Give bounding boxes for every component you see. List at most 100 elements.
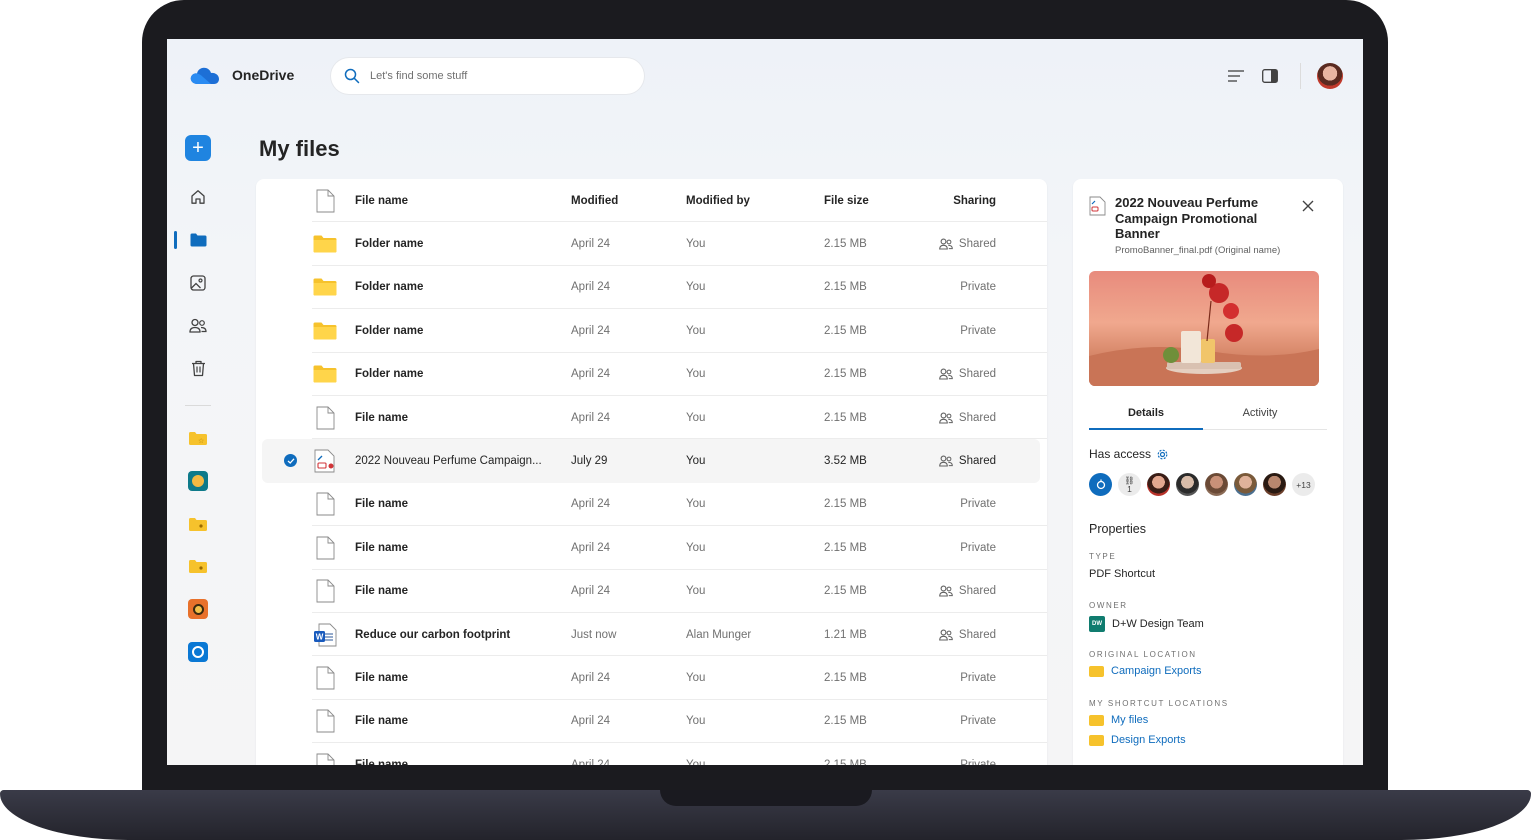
active-nav-indicator — [174, 231, 177, 249]
search-box[interactable] — [331, 58, 644, 94]
file-name[interactable]: File name — [355, 700, 555, 743]
nav-photos[interactable] — [185, 270, 211, 296]
page-title: My files — [259, 136, 340, 161]
sharing-status[interactable]: Private — [938, 526, 996, 569]
tab-activity[interactable]: Activity — [1203, 397, 1317, 429]
sharing-status[interactable]: Private — [938, 483, 996, 526]
table-row[interactable]: Folder name April 24 You 2.15 MB Shared — [256, 353, 1047, 396]
sharing-label: Shared — [958, 368, 996, 381]
sharing-status[interactable]: Private — [938, 266, 996, 309]
table-row[interactable]: File name April 24 You 2.15 MB Private — [256, 483, 1047, 527]
file-name[interactable]: File name — [355, 526, 555, 569]
nav-shared[interactable] — [185, 313, 211, 339]
file-name[interactable]: File name — [355, 743, 555, 765]
create-new-button[interactable]: + — [185, 135, 211, 161]
column-header-modified-by[interactable]: Modified by — [686, 179, 750, 222]
table-row[interactable]: File name April 24 You 2.15 MB Private — [256, 526, 1047, 570]
selected-checkmark-icon[interactable] — [284, 454, 297, 468]
more-people-count[interactable]: +13 — [1292, 473, 1315, 496]
search-input[interactable] — [370, 70, 610, 82]
people-icon — [939, 455, 953, 467]
modified-date: April 24 — [571, 715, 610, 728]
column-header-file-size[interactable]: File size — [824, 179, 869, 222]
shortcut-location-item[interactable]: Design Exports — [1089, 734, 1186, 746]
column-header-modified[interactable]: Modified — [571, 179, 618, 222]
table-row[interactable]: File name April 24 You 2.15 MB Private — [256, 656, 1047, 700]
sharing-status[interactable]: Shared — [938, 396, 996, 439]
nav-app-lion[interactable] — [185, 468, 211, 494]
sharing-status[interactable]: Shared — [938, 353, 996, 396]
modified-date: April 24 — [571, 672, 610, 685]
column-header-sharing[interactable]: Sharing — [938, 179, 996, 222]
table-row[interactable]: File name April 24 You 2.15 MB Private — [256, 743, 1047, 765]
sharing-status[interactable]: Private — [938, 700, 996, 743]
nav-recycle-bin[interactable] — [185, 355, 211, 381]
nav-favorite-folder[interactable]: ☆ — [185, 425, 211, 451]
shared-folder-icon — [1089, 665, 1104, 677]
brand[interactable]: OneDrive — [189, 65, 294, 85]
details-tabs: Details Activity — [1089, 397, 1327, 430]
person-avatar[interactable] — [1147, 473, 1170, 496]
column-header-name[interactable]: File name — [355, 179, 555, 222]
file-name[interactable]: Folder name — [355, 266, 555, 309]
shortcut-locations-label: My shortcut locations — [1089, 699, 1229, 708]
table-row[interactable]: Folder name April 24 You 2.15 MB Private — [256, 309, 1047, 353]
sharing-status[interactable]: Shared — [938, 439, 996, 482]
shortcut-location-item[interactable]: My files — [1089, 714, 1148, 726]
original-location-link[interactable]: Campaign Exports — [1111, 665, 1202, 677]
modified-by: Alan Munger — [686, 628, 752, 641]
file-name[interactable]: File name — [355, 396, 555, 439]
tab-details[interactable]: Details — [1089, 397, 1203, 430]
table-row[interactable]: Folder name April 24 You 2.15 MB Private — [256, 266, 1047, 310]
view-options-button[interactable] — [1226, 66, 1246, 86]
search-icon — [344, 68, 360, 84]
modified-date: April 24 — [571, 498, 610, 511]
file-name[interactable]: File name — [355, 483, 555, 526]
shortcut-location-link[interactable]: My files — [1111, 714, 1148, 726]
file-preview-thumbnail[interactable] — [1089, 271, 1319, 386]
nav-home[interactable] — [185, 184, 211, 210]
nav-app-orange[interactable] — [185, 596, 211, 622]
table-row[interactable]: File name April 24 You 2.15 MB Shared — [256, 396, 1047, 440]
file-name[interactable]: Reduce our carbon footprint — [355, 613, 555, 656]
file-type-icon — [312, 700, 338, 743]
sharing-label: Private — [960, 758, 996, 765]
file-name[interactable]: 2022 Nouveau Perfume Campaign... — [355, 439, 555, 482]
table-row[interactable]: File name April 24 You 2.15 MB Shared — [256, 570, 1047, 613]
settings-gear-icon[interactable] — [1157, 449, 1168, 460]
sharing-status[interactable]: Private — [938, 743, 996, 765]
table-row[interactable]: File name April 24 You 2.15 MB Private — [256, 700, 1047, 744]
table-row[interactable]: 2022 Nouveau Perfume Campaign... July 29 Y… — [262, 439, 1040, 483]
file-name[interactable]: File name — [355, 656, 555, 699]
person-avatar[interactable] — [1263, 473, 1286, 496]
nav-shared-folder-1[interactable] — [185, 511, 211, 537]
document-icon — [316, 406, 334, 430]
modified-date: April 24 — [571, 585, 610, 598]
file-name[interactable]: File name — [355, 570, 555, 613]
file-name[interactable]: Folder name — [355, 353, 555, 396]
file-name[interactable]: Folder name — [355, 309, 555, 352]
details-pane-toggle[interactable] — [1260, 66, 1280, 86]
sharing-status[interactable]: Private — [938, 309, 996, 352]
share-action-avatar[interactable] — [1089, 473, 1112, 496]
sharing-status[interactable]: Shared — [938, 570, 996, 613]
file-size: 2.15 MB — [824, 585, 867, 598]
table-row[interactable]: W Reduce our carbon footprint Just now Alan… — [256, 613, 1047, 657]
sharing-status[interactable]: Private — [938, 656, 996, 699]
file-name[interactable]: Folder name — [355, 222, 555, 265]
close-icon[interactable] — [1301, 199, 1315, 213]
person-avatar[interactable] — [1176, 473, 1199, 496]
shortcut-location-link[interactable]: Design Exports — [1111, 734, 1186, 746]
sharing-status[interactable]: Shared — [938, 222, 996, 265]
person-avatar[interactable] — [1234, 473, 1257, 496]
nav-my-files[interactable] — [185, 227, 211, 253]
nav-app-blue[interactable] — [185, 639, 211, 665]
user-avatar[interactable] — [1317, 63, 1343, 89]
original-location[interactable]: Campaign Exports — [1089, 665, 1202, 677]
table-row[interactable]: Folder name April 24 You 2.15 MB Shared — [256, 222, 1047, 266]
person-avatar[interactable] — [1205, 473, 1228, 496]
file-type-column-header[interactable] — [312, 179, 338, 222]
nav-shared-folder-2[interactable] — [185, 553, 211, 579]
link-share-count[interactable]: ⛓ 1 — [1118, 473, 1141, 496]
sharing-status[interactable]: Shared — [938, 613, 996, 656]
